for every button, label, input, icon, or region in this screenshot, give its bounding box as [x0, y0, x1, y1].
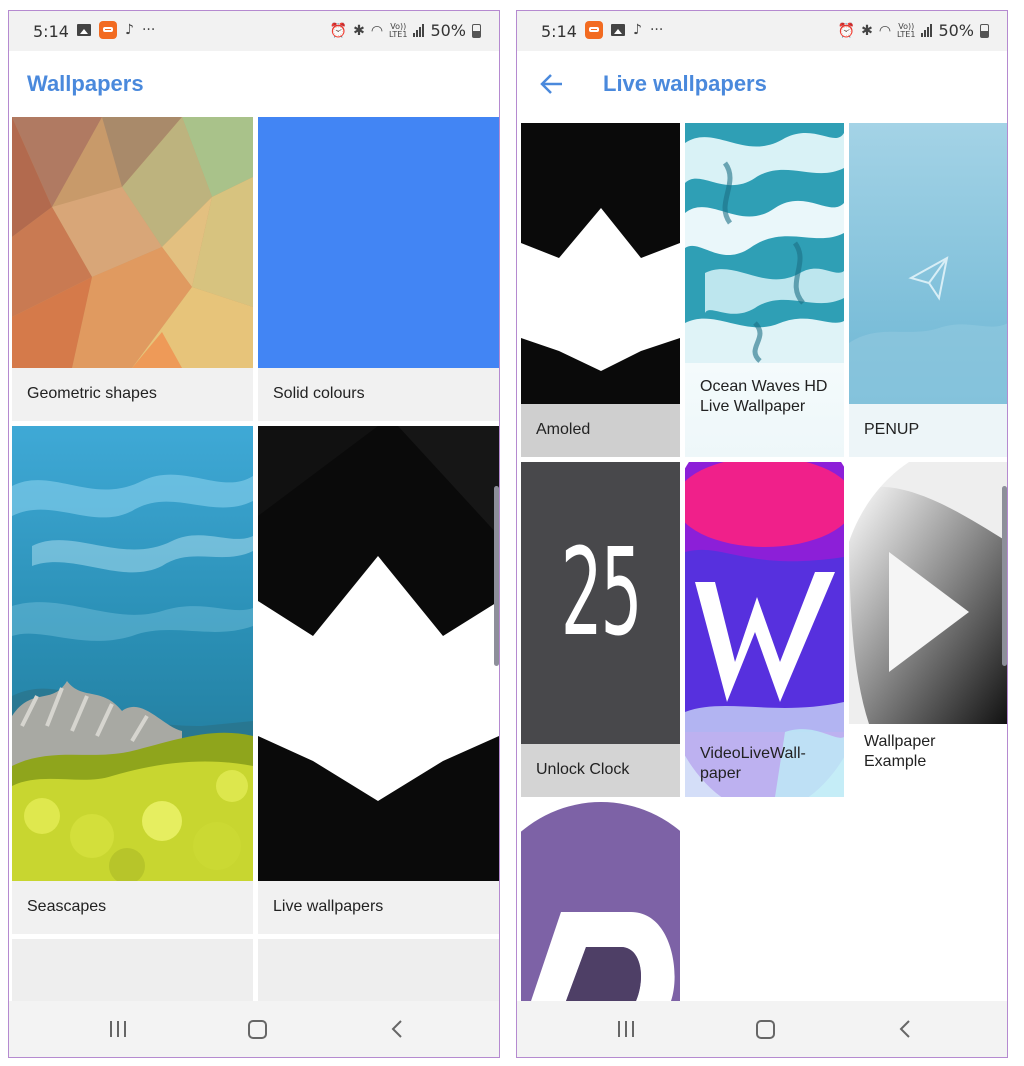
- page-title: Wallpapers: [27, 71, 144, 96]
- partial-tile-thumbnail: [521, 802, 680, 1001]
- wallpaper-category-grid: Geometric shapes Solid colours Seascapes…: [9, 115, 499, 1001]
- tile-caption: Live wallpapers: [258, 881, 499, 934]
- scroll-handle[interactable]: [1002, 486, 1007, 666]
- alarm-icon: ⏰: [837, 22, 856, 39]
- status-time: 5:14: [541, 22, 577, 41]
- alarm-icon: ⏰: [329, 22, 348, 39]
- category-geometric-shapes[interactable]: Geometric shapes: [12, 117, 253, 421]
- app-notification-icon: [585, 21, 603, 39]
- status-bar: 5:14 ♪ ··· ⏰ ✱ ◠ Vo)) LTE1 50%: [9, 11, 499, 51]
- page-title: Live wallpapers: [603, 71, 767, 96]
- category-solid-colours[interactable]: Solid colours: [258, 117, 499, 421]
- wifi-icon: ◠: [878, 22, 892, 39]
- battery-icon: [980, 23, 989, 38]
- category-partial-tile[interactable]: [12, 939, 253, 1001]
- tile-caption: Geometric shapes: [12, 368, 253, 421]
- recent-apps-icon[interactable]: [109, 1021, 127, 1037]
- back-arrow-icon[interactable]: [537, 69, 567, 99]
- tile-caption: Amoled: [521, 404, 680, 457]
- tile-caption: Wallpaper Example: [849, 724, 1007, 797]
- bluetooth-icon: ✱: [861, 22, 873, 39]
- live-wallpapers-screen: 5:14 ♪ ··· ⏰ ✱ ◠ Vo)) LTE1 50% Live wallp…: [516, 10, 1008, 1058]
- volte-icon: Vo)) LTE1: [897, 22, 916, 39]
- seascapes-thumbnail: [12, 426, 253, 881]
- tile-label: Unlock Clock: [536, 761, 630, 778]
- app-notification-icon: [99, 21, 117, 39]
- scroll-handle[interactable]: [494, 486, 499, 666]
- tile-label: Wallpaper Example: [864, 733, 936, 770]
- gallery-icon: [611, 24, 625, 36]
- live-wallpapers-thumbnail: [258, 426, 499, 881]
- live-wallpaper-ocean-waves[interactable]: Ocean Waves HD Live Wallpaper: [685, 123, 844, 457]
- tile-label: VideoLiveWall-paper: [700, 745, 806, 782]
- status-time: 5:14: [33, 22, 69, 41]
- tile-caption: Solid colours: [258, 368, 499, 421]
- more-icon: ···: [649, 22, 664, 38]
- tile-label: Solid colours: [273, 385, 365, 402]
- clock-digits: 25: [560, 524, 643, 663]
- battery-icon: [472, 23, 481, 38]
- unlock-clock-thumbnail: 25: [521, 462, 680, 744]
- nav-back-icon[interactable]: [895, 1018, 915, 1040]
- home-icon[interactable]: [756, 1020, 775, 1039]
- live-wallpaper-unlock-clock[interactable]: 25 Unlock Clock: [521, 462, 680, 797]
- tile-caption: VideoLiveWall-paper: [685, 744, 844, 797]
- app-bar: Live wallpapers: [517, 51, 1007, 115]
- tile-label: Ocean Waves HD Live Wallpaper: [700, 378, 828, 415]
- more-icon: ···: [141, 22, 156, 38]
- app-bar: Wallpapers: [9, 51, 499, 115]
- category-live-wallpapers[interactable]: Live wallpapers: [258, 426, 499, 934]
- recent-apps-icon[interactable]: [617, 1021, 635, 1037]
- geometric-shapes-thumbnail: [12, 117, 253, 368]
- tile-caption: Ocean Waves HD Live Wallpaper: [685, 363, 844, 457]
- amoled-thumbnail: [521, 123, 680, 404]
- signal-icon: [921, 24, 933, 37]
- ocean-waves-thumbnail: [685, 123, 844, 363]
- tile-caption: PENUP: [849, 404, 1007, 457]
- signal-icon: [413, 24, 425, 37]
- tile-label: Seascapes: [27, 898, 107, 915]
- live-wallpaper-videolivewallpaper[interactable]: VideoLiveWall-paper: [685, 462, 844, 797]
- wallpapers-screen: 5:14 ♪ ··· ⏰ ✱ ◠ Vo)) LTE1 50% Wallpapers: [8, 10, 500, 1058]
- live-wallpaper-grid: Amoled Ocean Waves HD Live Wallpaper PEN…: [517, 115, 1007, 1001]
- bluetooth-icon: ✱: [353, 22, 365, 39]
- tile-label: PENUP: [864, 421, 920, 438]
- gallery-icon: [77, 24, 91, 36]
- navigation-bar: [9, 1001, 499, 1057]
- battery-percent: 50%: [430, 21, 466, 40]
- solid-colours-thumbnail: [258, 117, 499, 368]
- category-partial-tile[interactable]: [258, 939, 499, 1001]
- tile-caption: Unlock Clock: [521, 744, 680, 797]
- live-wallpaper-penup[interactable]: PENUP: [849, 123, 1007, 457]
- music-note-icon: ♪: [633, 22, 642, 38]
- volte-bottom-label: LTE1: [389, 29, 408, 39]
- volte-bottom-label: LTE1: [897, 29, 916, 39]
- nav-back-icon[interactable]: [387, 1018, 407, 1040]
- music-note-icon: ♪: [125, 22, 134, 38]
- tile-label: Live wallpapers: [273, 898, 384, 915]
- battery-percent: 50%: [938, 21, 974, 40]
- live-wallpaper-wallpaper-example[interactable]: Wallpaper Example: [849, 462, 1007, 797]
- wallpaper-example-thumbnail: [849, 462, 1007, 724]
- volte-icon: Vo)) LTE1: [389, 22, 408, 39]
- category-seascapes[interactable]: Seascapes: [12, 426, 253, 934]
- home-icon[interactable]: [248, 1020, 267, 1039]
- live-wallpaper-amoled[interactable]: Amoled: [521, 123, 680, 457]
- navigation-bar: [517, 1001, 1007, 1057]
- tile-label: Amoled: [536, 421, 591, 438]
- penup-thumbnail: [849, 123, 1007, 404]
- tile-label: Geometric shapes: [27, 385, 157, 402]
- live-wallpaper-partial-tile[interactable]: [521, 802, 680, 1001]
- tile-caption: Seascapes: [12, 881, 253, 934]
- status-bar: 5:14 ♪ ··· ⏰ ✱ ◠ Vo)) LTE1 50%: [517, 11, 1007, 51]
- wifi-icon: ◠: [370, 22, 384, 39]
